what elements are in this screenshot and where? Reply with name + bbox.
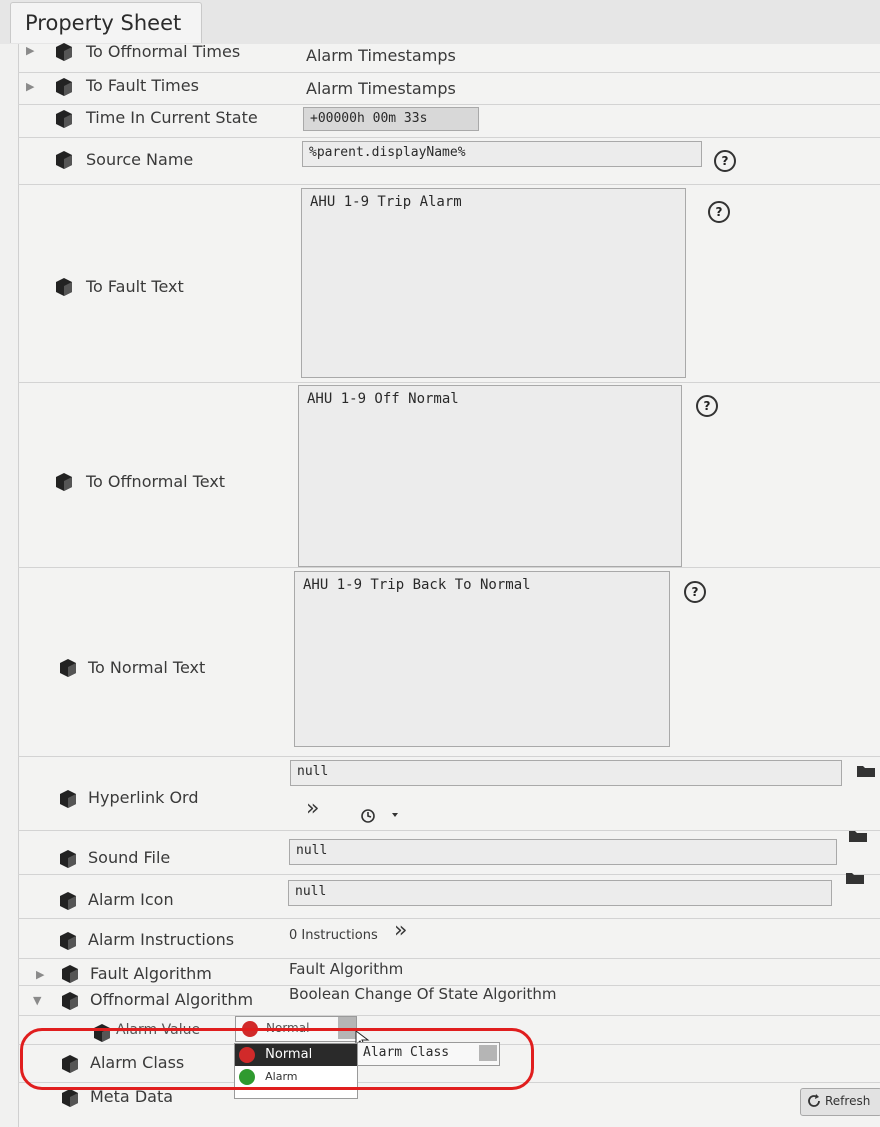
expand-arrow-icon[interactable]: ▶ bbox=[36, 968, 44, 981]
slot-cube-icon bbox=[60, 932, 76, 950]
property-label: To Fault Text bbox=[86, 277, 184, 296]
tab-property-sheet[interactable]: Property Sheet bbox=[10, 2, 202, 43]
property-label: Source Name bbox=[86, 150, 194, 169]
chevron-down-icon[interactable] bbox=[392, 813, 398, 817]
expand-arrow-icon[interactable]: ▶ bbox=[26, 80, 34, 93]
more-options-icon[interactable]: » bbox=[394, 918, 407, 943]
slot-cube-icon bbox=[62, 1089, 78, 1107]
property-label: Hyperlink Ord bbox=[88, 788, 199, 807]
row-divider bbox=[18, 958, 880, 959]
slot-cube-icon bbox=[60, 850, 76, 868]
row-divider bbox=[18, 382, 880, 383]
slot-cube-icon bbox=[62, 965, 78, 983]
property-label: To Offnormal Text bbox=[86, 472, 226, 491]
hyperlink-ord-input[interactable]: null bbox=[290, 760, 842, 786]
tab-label: Property Sheet bbox=[25, 11, 182, 35]
property-label: To Fault Times bbox=[86, 76, 199, 95]
refresh-button[interactable]: Refresh bbox=[800, 1088, 880, 1116]
property-label: Fault Algorithm bbox=[90, 964, 212, 983]
row-divider bbox=[18, 830, 880, 831]
property-label: Time In Current State bbox=[86, 108, 258, 127]
property-value: Alarm Timestamps bbox=[306, 79, 456, 98]
source-name-input[interactable]: %parent.displayName% bbox=[302, 141, 702, 167]
row-divider bbox=[18, 137, 880, 138]
slot-cube-icon bbox=[56, 43, 72, 61]
slot-cube-icon bbox=[60, 892, 76, 910]
row-divider bbox=[18, 72, 880, 73]
slot-cube-icon bbox=[56, 473, 72, 491]
to-offnormal-text-area[interactable]: AHU 1-9 Off Normal bbox=[298, 385, 682, 567]
row-divider bbox=[18, 918, 880, 919]
help-icon[interactable]: ? bbox=[684, 581, 706, 603]
row-divider bbox=[18, 756, 880, 757]
row-divider bbox=[18, 1015, 880, 1016]
slot-cube-icon bbox=[56, 78, 72, 96]
sound-file-input[interactable]: null bbox=[289, 839, 837, 865]
to-fault-text-area[interactable]: AHU 1-9 Trip Alarm bbox=[301, 188, 686, 378]
property-value: Fault Algorithm bbox=[289, 960, 404, 978]
help-icon[interactable]: ? bbox=[714, 150, 736, 172]
help-icon[interactable]: ? bbox=[708, 201, 730, 223]
property-label: Alarm Instructions bbox=[88, 930, 235, 949]
highlight-annotation bbox=[20, 1028, 534, 1090]
refresh-icon bbox=[808, 1094, 820, 1107]
folder-icon[interactable] bbox=[857, 764, 875, 777]
refresh-label: Refresh bbox=[825, 1094, 871, 1108]
expand-arrow-icon[interactable]: ▶ bbox=[26, 44, 34, 57]
property-label: Sound File bbox=[88, 848, 171, 867]
history-clock-icon[interactable] bbox=[360, 808, 376, 824]
row-divider bbox=[18, 184, 880, 185]
slot-cube-icon bbox=[56, 110, 72, 128]
property-label: To Normal Text bbox=[88, 658, 206, 677]
more-options-icon[interactable]: » bbox=[306, 796, 319, 821]
to-normal-text-area[interactable]: AHU 1-9 Trip Back To Normal bbox=[294, 571, 670, 747]
property-label: To Offnormal Times bbox=[86, 42, 241, 61]
row-divider bbox=[18, 567, 880, 568]
folder-icon[interactable] bbox=[846, 871, 864, 884]
alarm-icon-input[interactable]: null bbox=[288, 880, 832, 906]
title-bar: Property Sheet bbox=[0, 0, 880, 44]
slot-cube-icon bbox=[60, 659, 76, 677]
slot-cube-icon bbox=[60, 790, 76, 808]
property-value: Alarm Timestamps bbox=[306, 46, 456, 65]
folder-icon[interactable] bbox=[849, 829, 867, 842]
slot-cube-icon bbox=[62, 992, 78, 1010]
property-label: Offnormal Algorithm bbox=[90, 990, 254, 1009]
slot-cube-icon bbox=[56, 278, 72, 296]
row-divider bbox=[18, 874, 880, 875]
help-icon[interactable]: ? bbox=[696, 395, 718, 417]
time-in-state-field: +00000h 00m 33s bbox=[303, 107, 479, 131]
collapse-arrow-icon[interactable]: ▼ bbox=[33, 994, 41, 1007]
property-value: Boolean Change Of State Algorithm bbox=[289, 985, 557, 1003]
instructions-count: 0 Instructions bbox=[289, 928, 378, 943]
property-label: Alarm Icon bbox=[88, 890, 174, 909]
row-divider bbox=[18, 104, 880, 105]
slot-cube-icon bbox=[56, 151, 72, 169]
